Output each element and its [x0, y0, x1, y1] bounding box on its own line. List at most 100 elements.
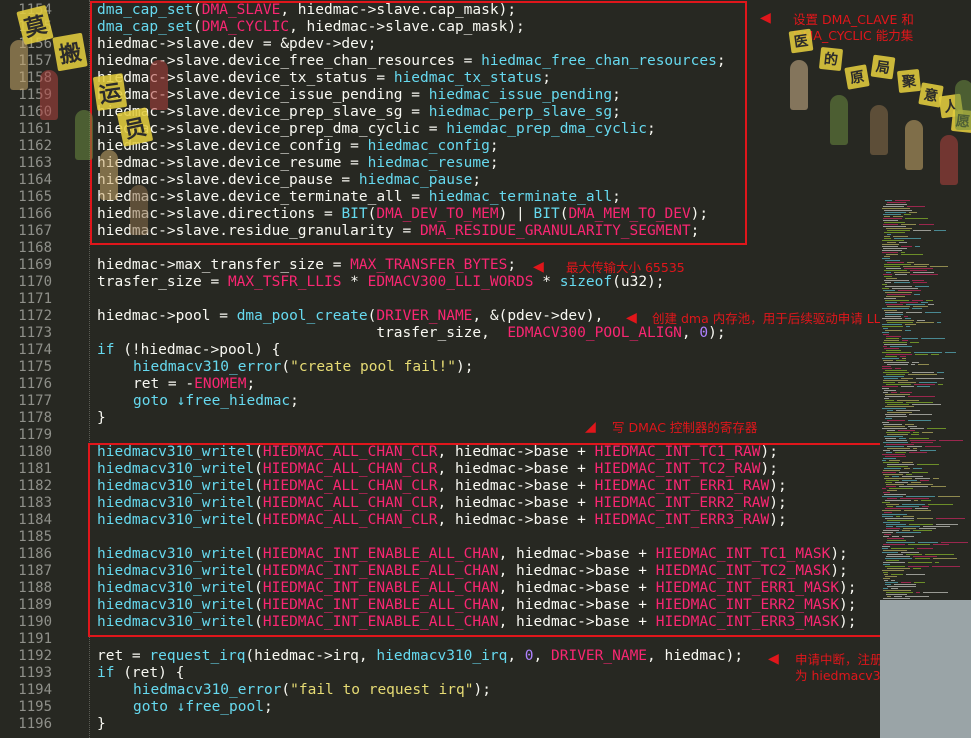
- code-line[interactable]: }: [97, 716, 106, 733]
- annotation-request-irq: 申请中断，注册中断回调 为 hiedmacv310_irq(): [795, 652, 880, 683]
- code-line[interactable]: if (!hiedmac->pool) {: [97, 342, 280, 359]
- minimap-line: [902, 480, 917, 481]
- minimap-line: [933, 478, 939, 479]
- minimap-line: [945, 352, 956, 353]
- minimap-line: [912, 472, 928, 473]
- minimap-line: [905, 596, 929, 597]
- minimap-line: [883, 224, 898, 225]
- minimap-line: [898, 290, 921, 291]
- minimap-line: [891, 574, 903, 575]
- minimap-line: [883, 346, 887, 347]
- minimap-line: [928, 304, 934, 305]
- code-token: );: [456, 359, 474, 375]
- line-number: 1183: [18, 495, 52, 511]
- minimap-line: [889, 460, 900, 461]
- line-number: 1184: [18, 512, 52, 528]
- minimap-line: [883, 248, 907, 249]
- minimap-line: [883, 564, 890, 565]
- minimap-line: [885, 314, 903, 315]
- minimap-line: [934, 230, 946, 231]
- code-line[interactable]: trasfer_size = MAX_TSFR_LLIS * EDMACV300…: [97, 274, 665, 291]
- minimap-line: [887, 568, 910, 569]
- minimap-line: [884, 468, 901, 469]
- code-token: free_hiedmac: [185, 393, 291, 409]
- code-line[interactable]: hiedmacv310_error("fail to request irq")…: [133, 682, 491, 699]
- code-line[interactable]: ret = request_irq(hiedmac->irq, hiedmacv…: [97, 648, 743, 665]
- code-token: (: [281, 359, 291, 375]
- minimap[interactable]: [880, 0, 971, 738]
- minimap-line: [899, 486, 928, 487]
- line-number: 1195: [18, 699, 52, 715]
- code-line[interactable]: if (ret) {: [97, 665, 184, 682]
- code-token: ;: [246, 376, 256, 392]
- minimap-line: [882, 472, 896, 473]
- minimap-line: [887, 242, 896, 243]
- minimap-line: [886, 440, 907, 441]
- minimap-line: [897, 400, 919, 401]
- minimap-line: [906, 474, 912, 475]
- code-line[interactable]: }: [97, 410, 106, 427]
- minimap-line: [913, 282, 927, 283]
- code-token: if: [97, 665, 115, 681]
- minimap-viewport-slider[interactable]: [880, 600, 971, 738]
- minimap-line: [887, 506, 893, 507]
- code-line[interactable]: goto ↓free_hiedmac;: [133, 393, 299, 410]
- minimap-line: [896, 506, 919, 507]
- minimap-line: [902, 338, 918, 339]
- line-number: 1178: [18, 410, 52, 426]
- code-editor[interactable]: 1154 1155 1156 1157 1158 1159 1160 1161 1162 1163…: [0, 0, 880, 738]
- code-token: MAX_TRANSFER_BYTES: [350, 257, 508, 273]
- arrow-icon: ◀: [626, 307, 637, 328]
- minimap-line: [883, 392, 888, 393]
- minimap-line: [921, 302, 928, 303]
- minimap-line: [906, 496, 935, 497]
- minimap-line: [882, 308, 909, 309]
- minimap-line: [886, 486, 896, 487]
- minimap-line: [894, 596, 902, 597]
- code-token: "fail to request irq": [290, 682, 474, 698]
- minimap-line: [902, 530, 910, 531]
- minimap-line: [886, 416, 907, 417]
- minimap-line: [936, 524, 958, 525]
- minimap-line: [885, 414, 906, 415]
- code-token: }: [97, 716, 106, 732]
- code-line[interactable]: goto ↓free_pool;: [133, 699, 273, 716]
- minimap-line: [906, 402, 933, 403]
- line-number: 1161: [18, 121, 52, 137]
- minimap-line: [891, 580, 895, 581]
- minimap-line: [905, 324, 916, 325]
- minimap-line: [901, 552, 919, 553]
- code-token: dma_pool_create: [236, 308, 368, 324]
- minimap-line: [883, 492, 890, 493]
- code-line[interactable]: hiedmacv310_error("create pool fail!");: [133, 359, 473, 376]
- minimap-line: [887, 202, 906, 203]
- minimap-line: [889, 488, 913, 489]
- minimap-line: [887, 322, 913, 323]
- code-line[interactable]: hiedmac->max_transfer_size = MAX_TRANSFE…: [97, 257, 516, 274]
- code-token: trasfer_size =: [97, 274, 228, 290]
- line-number: 1171: [18, 291, 52, 307]
- line-number: 1160: [18, 104, 52, 120]
- code-line[interactable]: ret = -ENOMEM;: [133, 376, 255, 393]
- minimap-line: [887, 490, 897, 491]
- code-line[interactable]: hiedmac->pool = dma_pool_create(DRIVER_N…: [97, 308, 603, 325]
- minimap-line: [882, 502, 890, 503]
- minimap-line: [884, 340, 899, 341]
- minimap-line: [898, 382, 916, 383]
- minimap-line: [925, 554, 954, 555]
- minimap-line: [885, 212, 906, 213]
- minimap-line: [906, 304, 925, 305]
- minimap-line: [893, 450, 917, 451]
- minimap-line: [890, 346, 912, 347]
- minimap-line: [886, 560, 899, 561]
- highlight-box-dma-capabilities: [90, 1, 747, 245]
- minimap-line: [883, 562, 905, 563]
- minimap-line: [909, 438, 929, 439]
- code-token: ;: [290, 393, 299, 409]
- code-token: ret = -: [133, 376, 195, 392]
- line-number: 1191: [18, 631, 52, 647]
- minimap-line: [883, 342, 907, 343]
- minimap-line: [885, 282, 891, 283]
- code-token: (hiedmac->irq,: [245, 648, 377, 664]
- minimap-line: [931, 486, 946, 487]
